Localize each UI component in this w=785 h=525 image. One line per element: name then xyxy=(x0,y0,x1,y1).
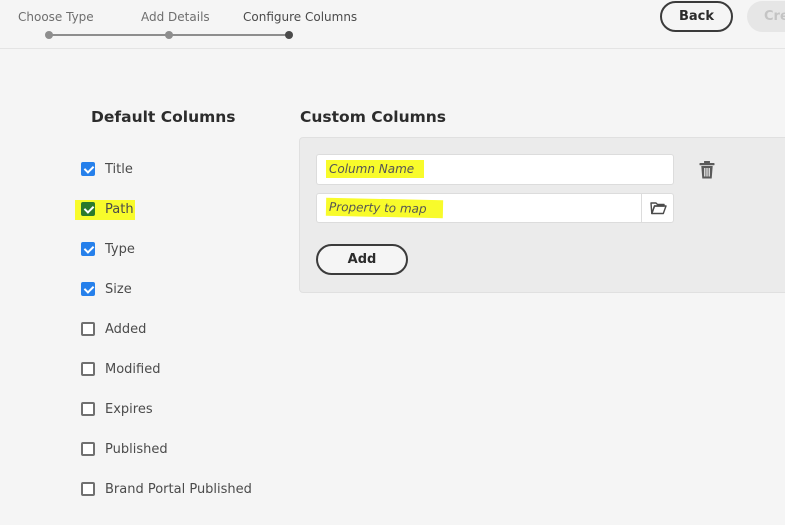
checkbox-unchecked[interactable] xyxy=(81,322,95,336)
column-checkbox-brand-portal-published[interactable]: Brand Portal Published xyxy=(81,479,252,499)
step-dot-done xyxy=(165,31,173,39)
configure-columns-page: Choose Type Add Details Configure Column… xyxy=(0,0,785,525)
column-checkbox-size[interactable]: Size xyxy=(81,279,132,299)
wizard-header: Choose Type Add Details Configure Column… xyxy=(0,0,785,49)
create-button[interactable]: Create xyxy=(747,1,785,32)
column-checkbox-path[interactable]: Path xyxy=(81,199,134,219)
column-checkbox-added[interactable]: Added xyxy=(81,319,146,339)
step-dot-current xyxy=(285,31,293,39)
checkbox-checked[interactable] xyxy=(81,162,95,176)
step-dot-done xyxy=(45,31,53,39)
column-checkbox-type[interactable]: Type xyxy=(81,239,135,259)
checkbox-label: Title xyxy=(105,161,133,177)
checkbox-checked[interactable] xyxy=(81,242,95,256)
checkbox-label: Modified xyxy=(105,361,161,377)
checkbox-label: Brand Portal Published xyxy=(105,481,252,497)
step-connector xyxy=(169,34,289,36)
column-checkbox-modified[interactable]: Modified xyxy=(81,359,160,379)
back-button[interactable]: Back xyxy=(660,1,733,32)
column-checkbox-published[interactable]: Published xyxy=(81,439,168,459)
checkbox-unchecked[interactable] xyxy=(81,362,95,376)
trash-icon xyxy=(699,161,715,179)
checkbox-unchecked[interactable] xyxy=(81,402,95,416)
step-connector xyxy=(49,34,169,36)
delete-column-button[interactable] xyxy=(698,160,716,180)
checkbox-label: Published xyxy=(105,441,168,457)
checkbox-label: Type xyxy=(105,241,135,257)
checkbox-label: Added xyxy=(105,321,147,337)
property-placeholder: Property to map xyxy=(325,197,444,219)
checkbox-unchecked[interactable] xyxy=(81,442,95,456)
column-checkbox-title[interactable]: Title xyxy=(81,159,133,179)
column-checkbox-expires[interactable]: Expires xyxy=(81,399,153,419)
column-name-placeholder: Column Name xyxy=(326,160,424,178)
checkbox-label: Path xyxy=(105,201,134,217)
add-column-button[interactable]: Add xyxy=(316,244,408,275)
step-add-details[interactable]: Add Details xyxy=(141,10,210,24)
custom-columns-title: Custom Columns xyxy=(300,108,447,126)
checkbox-checked[interactable] xyxy=(81,282,95,296)
step-configure-columns: Configure Columns xyxy=(243,10,358,24)
step-choose-type[interactable]: Choose Type xyxy=(18,10,94,24)
checkbox-label: Expires xyxy=(105,401,153,417)
checkbox-checked[interactable] xyxy=(81,202,95,216)
browse-property-button[interactable] xyxy=(641,193,674,223)
checkbox-label: Size xyxy=(105,281,132,297)
default-columns-title: Default Columns xyxy=(91,108,236,126)
checkbox-unchecked[interactable] xyxy=(81,482,95,496)
folder-icon xyxy=(649,202,667,215)
